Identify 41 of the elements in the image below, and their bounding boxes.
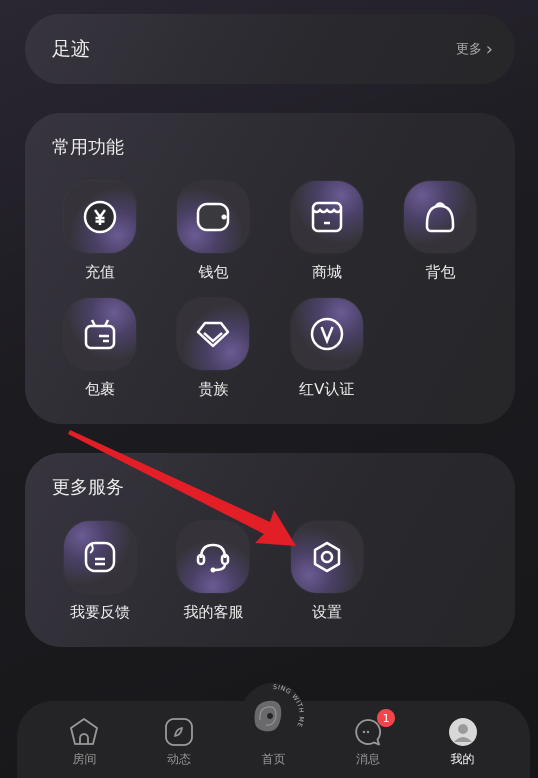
feature-button[interactable] [64, 298, 136, 370]
feature-button[interactable] [177, 298, 250, 370]
feature-label: 钱包 [198, 263, 228, 282]
feature-button[interactable] [404, 181, 476, 253]
box-icon [310, 200, 344, 234]
feature-label: 设置 [312, 603, 342, 622]
feature-label: 背包 [425, 263, 456, 282]
tab[interactable]: 房间 [49, 705, 120, 778]
feature-button[interactable] [64, 181, 136, 253]
feature-label: 红V认证 [299, 380, 354, 399]
feature-button[interactable] [177, 181, 250, 253]
feature-label: 充值 [84, 263, 115, 282]
more-link[interactable]: 更多 › [456, 38, 493, 60]
feature-button[interactable] [290, 298, 363, 370]
swirl-drawing [255, 700, 282, 732]
tab[interactable]: 1 消息 [333, 705, 404, 778]
yuan-icon [82, 200, 117, 234]
feature-button[interactable] [177, 521, 250, 593]
section-title: 常用功能 [51, 136, 125, 159]
feature-label: 贵族 [198, 380, 228, 399]
section-title: 更多服务 [51, 476, 125, 499]
feature-label: 我的客服 [183, 603, 244, 622]
compass-icon [164, 717, 194, 747]
wallet-icon [196, 200, 230, 234]
feature-button[interactable] [290, 181, 363, 253]
feature-label: 我要反馈 [70, 603, 130, 622]
tab[interactable]: 我的 [428, 705, 498, 778]
unread-badge: 1 [377, 709, 396, 727]
feature-button[interactable] [64, 521, 136, 593]
avatar-icon [448, 717, 478, 747]
v-badge-icon [310, 317, 344, 351]
tab[interactable]: 动态 [144, 705, 214, 778]
house-icon [69, 717, 100, 747]
backpack-icon [423, 200, 458, 234]
feature-button[interactable] [290, 521, 363, 593]
feature-label: 商城 [312, 263, 342, 282]
feature-label: 包裹 [84, 380, 115, 399]
note-icon [82, 540, 117, 574]
chat-icon [353, 717, 384, 747]
parcel-icon [82, 317, 117, 351]
section-title: 足迹 [52, 37, 90, 62]
